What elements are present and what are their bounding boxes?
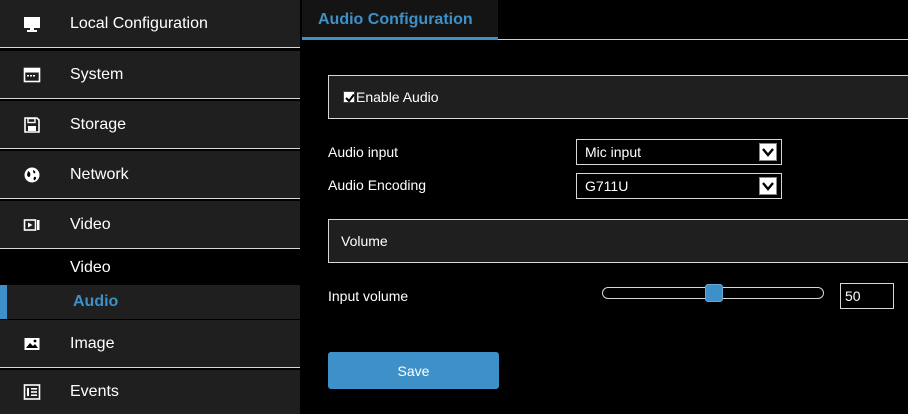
events-list-icon — [23, 383, 41, 401]
sidebar-item-image[interactable]: Image — [0, 320, 300, 368]
sidebar-subitem-label: Video — [70, 259, 111, 276]
sidebar-subitem-label: Audio — [73, 293, 119, 310]
input-volume-slider-thumb[interactable] — [705, 284, 723, 302]
save-button-label: Save — [397, 362, 430, 379]
audio-encoding-value: G711U — [585, 178, 629, 194]
sidebar-item-network[interactable]: Network — [0, 151, 300, 199]
tab-label: Audio Configuration — [318, 11, 473, 28]
sidebar-item-label: Network — [70, 165, 129, 183]
sidebar-item-label: Storage — [70, 115, 127, 133]
volume-section-title: Volume — [341, 233, 388, 249]
sidebar-item-video[interactable]: Video — [0, 201, 300, 249]
input-volume-value: 50 — [845, 288, 861, 304]
chevron-down-icon — [759, 177, 777, 195]
floppy-disk-icon — [23, 116, 41, 134]
volume-section-header: Volume — [328, 219, 908, 263]
sidebar-item-system[interactable]: System — [0, 51, 300, 99]
audio-encoding-select[interactable]: G711U — [576, 173, 782, 199]
sidebar-subitem-video[interactable]: Video — [0, 251, 300, 285]
sidebar-item-events[interactable]: Events — [0, 370, 300, 414]
audio-encoding-label: Audio Encoding — [328, 177, 427, 193]
video-camera-icon — [23, 216, 41, 234]
system-window-icon — [23, 66, 41, 84]
monitor-icon — [23, 15, 41, 33]
input-volume-label: Input volume — [328, 288, 409, 304]
tab-audio-configuration[interactable]: Audio Configuration — [302, 0, 498, 40]
sidebar-item-label: Local Configuration — [70, 14, 208, 32]
sidebar: Local Configuration System Storage Netwo… — [0, 0, 300, 414]
enable-audio-panel: Enable Audio — [328, 75, 908, 119]
audio-input-label: Audio input — [328, 144, 399, 160]
active-indicator — [0, 285, 7, 319]
enable-audio-label: Enable Audio — [356, 89, 439, 105]
globe-icon — [23, 166, 41, 184]
audio-input-select[interactable]: Mic input — [576, 139, 782, 165]
sidebar-item-label: System — [70, 65, 124, 83]
sidebar-subitem-audio[interactable]: Audio — [0, 285, 300, 319]
sidebar-item-storage[interactable]: Storage — [0, 101, 300, 149]
save-button[interactable]: Save — [328, 352, 499, 389]
sidebar-item-label: Events — [70, 383, 119, 400]
sidebar-item-label: Video — [70, 215, 111, 233]
image-icon — [23, 335, 41, 353]
tab-divider — [498, 39, 908, 40]
enable-audio-checkbox[interactable] — [343, 91, 355, 103]
sidebar-item-label: Image — [70, 334, 115, 352]
input-volume-value-field[interactable]: 50 — [840, 283, 894, 309]
chevron-down-icon — [759, 143, 777, 161]
audio-input-value: Mic input — [585, 144, 642, 160]
sidebar-item-local-configuration[interactable]: Local Configuration — [0, 0, 300, 48]
